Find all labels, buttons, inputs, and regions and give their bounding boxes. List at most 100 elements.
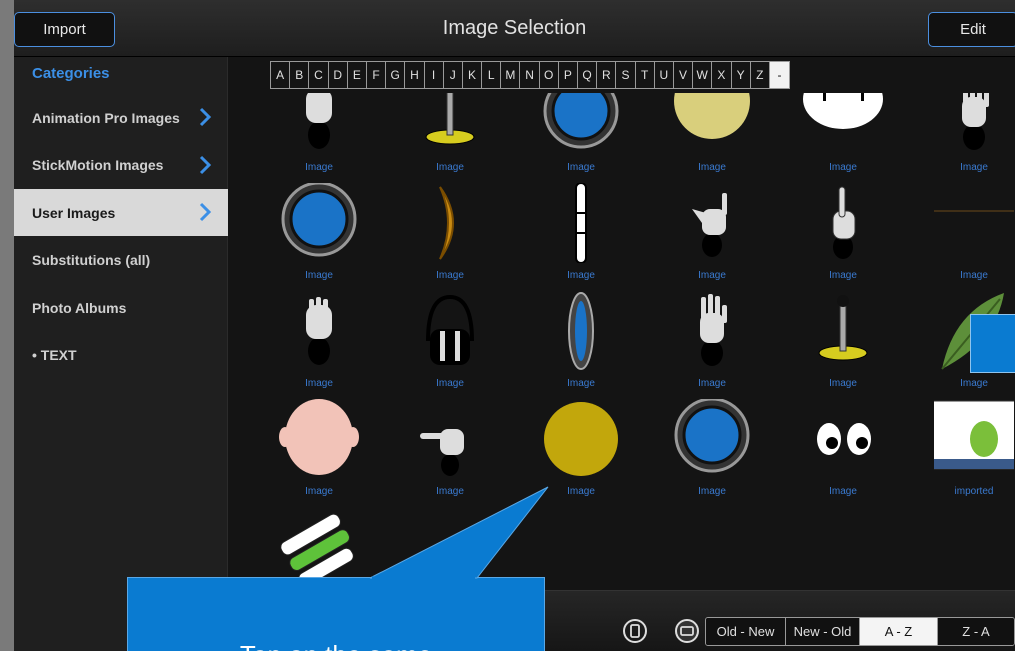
joystick-icon bbox=[818, 295, 868, 361]
alphabet-letter[interactable]: A bbox=[271, 62, 291, 88]
image-thumbnail[interactable]: Image bbox=[390, 291, 510, 393]
thumbnail-caption: Image bbox=[436, 270, 464, 281]
alphabet-letter[interactable]: B bbox=[290, 62, 310, 88]
green-hand-icon bbox=[280, 513, 354, 587]
sidebar-item[interactable]: StickMotion Images bbox=[14, 142, 228, 189]
alphabet-letter[interactable]: Y bbox=[732, 62, 751, 88]
chevron-right-icon bbox=[199, 155, 212, 174]
sidebar-item-label: • TEXT bbox=[32, 347, 77, 363]
alphabet-letter[interactable]: F bbox=[367, 62, 387, 88]
hand-open-icon bbox=[962, 93, 989, 150]
thumbnail-caption: Image bbox=[305, 162, 333, 173]
image-thumbnail[interactable]: Image bbox=[521, 93, 641, 177]
image-thumbnail[interactable]: Image bbox=[259, 183, 379, 285]
thumbnail-caption: Image bbox=[305, 486, 333, 497]
hand-fist-icon bbox=[306, 93, 332, 149]
image-thumbnail[interactable]: Image bbox=[259, 291, 379, 393]
alphabet-letter[interactable]: C bbox=[309, 62, 329, 88]
alphabet-letter[interactable]: D bbox=[329, 62, 348, 88]
stick-bar-icon bbox=[575, 183, 587, 263]
callout-text: Tap on the same bbox=[128, 640, 544, 651]
sort-option[interactable]: New - Old bbox=[786, 618, 860, 645]
sidebar-item[interactable]: Substitutions (all) bbox=[14, 237, 228, 284]
image-thumbnail[interactable]: Image bbox=[259, 93, 379, 177]
alphabet-letter[interactable]: W bbox=[693, 62, 713, 88]
thumbnail-caption: Image bbox=[829, 270, 857, 281]
alphabet-letter[interactable]: H bbox=[405, 62, 425, 88]
image-thumbnail[interactable]: Image bbox=[914, 183, 1015, 285]
sort-segmented-control: Old - New New - Old A - ZZ - A bbox=[705, 617, 1015, 646]
thumbnail-caption: Image bbox=[698, 270, 726, 281]
swap-icon[interactable] bbox=[674, 618, 700, 644]
alphabet-letter[interactable]: I bbox=[425, 62, 444, 88]
alphabet-letter[interactable]: - bbox=[769, 62, 790, 88]
image-thumbnail[interactable]: Image bbox=[390, 93, 510, 177]
alphabet-letter[interactable]: G bbox=[386, 62, 406, 88]
blue-lens-side-icon bbox=[568, 292, 594, 370]
image-thumbnail[interactable]: Image bbox=[259, 399, 379, 501]
alphabet-letter[interactable]: U bbox=[655, 62, 674, 88]
alphabet-letter[interactable]: J bbox=[444, 62, 463, 88]
categories-header: Categories bbox=[32, 65, 110, 82]
thumbnail-caption: Image bbox=[960, 378, 988, 389]
thin-line-icon bbox=[934, 210, 1014, 212]
chevron-right-icon bbox=[199, 107, 212, 127]
thumbnail-caption: Image bbox=[567, 270, 595, 281]
image-thumbnail[interactable]: Image bbox=[783, 93, 903, 177]
alphabet-letter[interactable]: K bbox=[463, 62, 483, 88]
chevron-right-icon bbox=[199, 202, 212, 222]
image-thumbnail[interactable]: Image bbox=[783, 399, 903, 501]
image-thumbnail[interactable]: Image bbox=[390, 183, 510, 285]
instruction-callout: Tap on the same bbox=[127, 577, 545, 651]
rotate-icon[interactable] bbox=[622, 618, 648, 644]
page-title: Image Selection bbox=[442, 17, 587, 39]
sort-option[interactable]: A - Z bbox=[860, 618, 938, 645]
image-thumbnail[interactable]: Image bbox=[652, 399, 772, 501]
alphabet-letter[interactable]: S bbox=[616, 62, 636, 88]
alphabet-letter[interactable]: N bbox=[520, 62, 540, 88]
sidebar-item[interactable]: • TEXT bbox=[14, 332, 228, 379]
image-thumbnail[interactable]: Image bbox=[521, 399, 641, 501]
alphabet-letter[interactable]: E bbox=[348, 62, 367, 88]
thumbnail-caption: Image bbox=[305, 270, 333, 281]
alphabet-letter[interactable]: X bbox=[712, 62, 732, 88]
alphabet-letter[interactable]: T bbox=[636, 62, 655, 88]
sidebar-item-label: Animation Pro Images bbox=[32, 109, 180, 126]
image-thumbnail[interactable]: Image bbox=[783, 183, 903, 285]
sort-option[interactable]: Old - New bbox=[706, 618, 786, 645]
alphabet-letter[interactable]: P bbox=[559, 62, 578, 88]
edit-button[interactable]: Edit bbox=[928, 12, 1015, 47]
hand-rock-icon bbox=[692, 193, 727, 257]
alphabet-letter[interactable]: L bbox=[482, 62, 502, 88]
sidebar-item[interactable]: Photo Albums bbox=[14, 284, 228, 331]
thumbnail-caption: Image bbox=[436, 162, 464, 173]
hand-fist-icon bbox=[306, 297, 332, 365]
sort-option[interactable]: Z - A bbox=[938, 618, 1014, 645]
thumbnail-caption: Image bbox=[436, 486, 464, 497]
white-face-icon bbox=[803, 93, 883, 129]
blue-lens-icon bbox=[543, 93, 619, 149]
alphabet-letter[interactable]: M bbox=[501, 62, 521, 88]
sidebar-item[interactable]: User Images bbox=[14, 189, 228, 236]
sidebar-item-label: User Images bbox=[32, 204, 116, 221]
alphabet-letter[interactable]: R bbox=[597, 62, 617, 88]
image-thumbnail[interactable]: Image bbox=[914, 93, 1015, 177]
image-thumbnail[interactable]: Image bbox=[652, 291, 772, 393]
alphabet-letter[interactable]: Q bbox=[578, 62, 598, 88]
image-thumbnail[interactable]: imported bbox=[914, 399, 1015, 501]
sidebar-item[interactable]: Animation Pro Images bbox=[14, 94, 228, 141]
image-thumbnail[interactable]: Image bbox=[652, 183, 772, 285]
image-thumbnail[interactable]: Image bbox=[390, 399, 510, 501]
hand-open-icon bbox=[700, 294, 727, 366]
alphabet-letter[interactable]: O bbox=[540, 62, 559, 88]
alphabet-letter[interactable]: Z bbox=[751, 62, 770, 88]
image-thumbnail[interactable]: Image bbox=[521, 183, 641, 285]
image-thumbnail[interactable]: Image bbox=[521, 291, 641, 393]
thumbnail-caption: Image bbox=[698, 162, 726, 173]
hand-point-icon bbox=[832, 186, 856, 259]
image-thumbnail[interactable]: Image bbox=[652, 93, 772, 177]
alphabet-letter[interactable]: V bbox=[674, 62, 694, 88]
image-thumbnail[interactable]: Image bbox=[783, 291, 903, 393]
eyes-icon bbox=[817, 423, 871, 455]
thumbnail-caption: Image bbox=[567, 162, 595, 173]
